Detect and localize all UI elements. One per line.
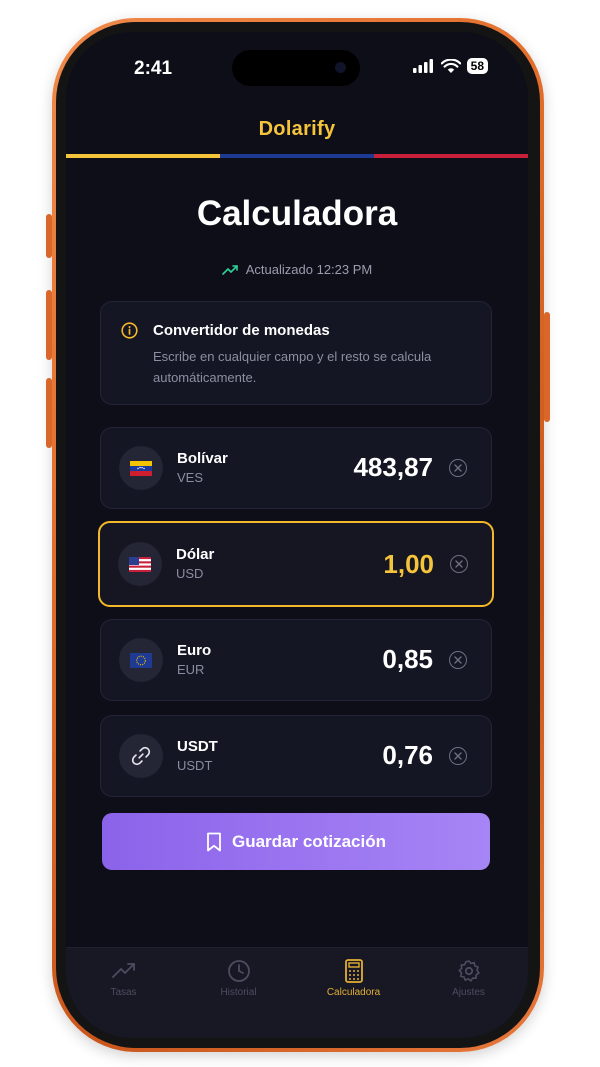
camera-icon xyxy=(335,62,346,73)
tab-ajustes[interactable]: Ajustes xyxy=(411,958,526,998)
info-description: Escribe en cualquier campo y el resto se… xyxy=(153,349,432,385)
currency-code: USDT xyxy=(177,758,213,773)
battery-icon: 58 xyxy=(466,58,488,74)
info-icon xyxy=(121,322,138,339)
eu-flag-icon xyxy=(119,638,163,682)
trending-up-icon xyxy=(111,963,135,978)
bookmark-icon xyxy=(207,832,221,851)
last-updated-text: Actualizado 12:23 PM xyxy=(245,262,373,277)
link-icon xyxy=(119,734,163,778)
currency-name: Dólar xyxy=(176,546,215,563)
gear-icon xyxy=(457,960,480,982)
currency-value-input[interactable]: 0,76 xyxy=(382,740,433,771)
currency-row-ves[interactable]: Bolívar VES 483,87 xyxy=(100,427,492,509)
info-card: Convertidor de monedas Escribe en cualqu… xyxy=(100,301,492,405)
status-icons: 58 xyxy=(412,58,488,74)
calculator-icon xyxy=(344,959,363,983)
flag-stripe-red xyxy=(374,154,528,158)
save-quote-button[interactable]: Guardar cotización xyxy=(102,813,490,870)
currency-code: USD xyxy=(176,566,204,581)
flag-stripe xyxy=(66,154,528,158)
clear-button[interactable] xyxy=(450,555,468,573)
clock-icon xyxy=(227,960,250,982)
close-icon xyxy=(455,560,463,568)
venezuela-flag-icon xyxy=(119,446,163,490)
flag-stripe-blue xyxy=(220,154,374,158)
app-title: Dolarify xyxy=(258,118,336,140)
clear-button[interactable] xyxy=(449,651,467,669)
currency-value-input[interactable]: 0,85 xyxy=(382,644,433,675)
page-title: Calculadora xyxy=(196,194,398,233)
tab-calculadora[interactable]: Calculadora xyxy=(296,958,411,998)
currency-name: Bolívar xyxy=(177,450,228,467)
clear-button[interactable] xyxy=(449,459,467,477)
tab-label: Calculadora xyxy=(326,987,381,998)
power-button xyxy=(544,312,550,422)
dynamic-island xyxy=(232,50,360,86)
close-icon xyxy=(454,464,462,472)
trending-up-icon xyxy=(221,264,238,275)
currency-row-usdt[interactable]: USDT USDT 0,76 xyxy=(100,715,492,797)
currency-name: USDT xyxy=(177,738,218,755)
info-title: Convertidor de monedas xyxy=(153,322,330,339)
flag-stripe-yellow xyxy=(66,154,220,158)
signal-icon xyxy=(412,59,433,73)
volume-down-button xyxy=(46,378,52,448)
clear-button[interactable] xyxy=(449,747,467,765)
currency-row-eur[interactable]: Euro EUR 0,85 xyxy=(100,619,492,701)
tab-tasas[interactable]: Tasas xyxy=(66,958,181,998)
currency-value-input[interactable]: 483,87 xyxy=(353,452,433,483)
tab-label: Tasas xyxy=(110,987,137,998)
tab-bar: Tasas Historial Calculadora Ajustes xyxy=(66,947,528,1038)
action-button xyxy=(46,214,52,258)
close-icon xyxy=(454,656,462,664)
app-screen: 2:41 58 Dolarify Calculadora Actualizado… xyxy=(66,32,528,1038)
close-icon xyxy=(454,752,462,760)
status-time: 2:41 xyxy=(134,58,173,79)
save-quote-label: Guardar cotización xyxy=(232,831,386,851)
tab-historial[interactable]: Historial xyxy=(181,958,296,998)
usa-flag-icon xyxy=(118,542,162,586)
wifi-icon xyxy=(440,58,461,73)
currency-code: EUR xyxy=(177,662,205,677)
currency-code: VES xyxy=(177,470,204,485)
volume-up-button xyxy=(46,290,52,360)
currency-value-input[interactable]: 1,00 xyxy=(383,549,434,580)
currency-row-usd[interactable]: Dólar USD 1,00 xyxy=(98,521,494,607)
tab-label: Historial xyxy=(220,987,257,998)
tab-label: Ajustes xyxy=(452,987,485,998)
last-updated: Actualizado 12:23 PM xyxy=(66,262,528,277)
currency-name: Euro xyxy=(177,642,212,659)
